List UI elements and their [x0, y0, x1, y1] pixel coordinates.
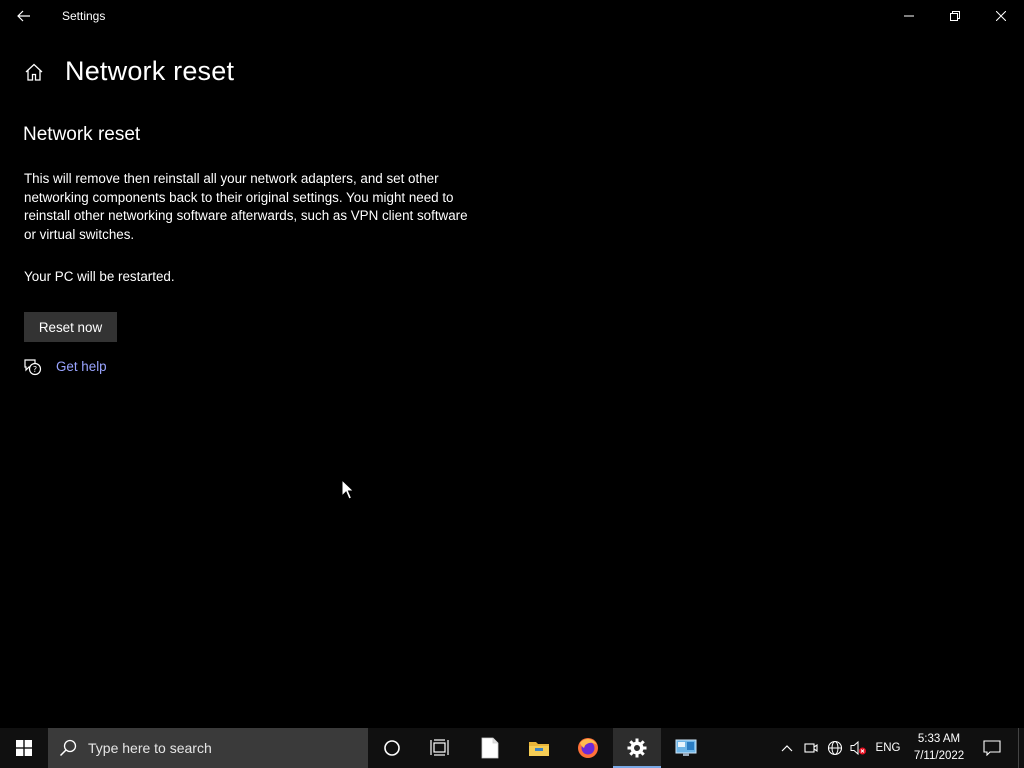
- cortana-icon: [384, 740, 400, 756]
- page-title: Network reset: [65, 56, 235, 86]
- close-icon: [996, 11, 1006, 21]
- settings-window: Settings Network reset Network reset Thi…: [0, 0, 1024, 728]
- minimize-button[interactable]: [886, 0, 932, 32]
- windows-logo-icon: [16, 740, 32, 756]
- notification-icon: [983, 740, 1001, 756]
- network-globe-icon: [827, 740, 843, 756]
- get-help-link[interactable]: Get help: [56, 359, 107, 374]
- clock[interactable]: 5:33 AM 7/11/2022: [906, 730, 972, 766]
- notepad-icon: [481, 737, 499, 759]
- restart-note: Your PC will be restarted.: [24, 269, 175, 284]
- get-help-icon[interactable]: ?: [22, 357, 42, 377]
- network-tray-button[interactable]: [824, 728, 846, 768]
- search-icon: [48, 728, 88, 768]
- back-arrow-icon[interactable]: [8, 2, 40, 30]
- taskbar-search-box[interactable]: Type here to search: [48, 728, 368, 768]
- task-view-icon: [430, 739, 449, 756]
- chevron-up-icon: [781, 745, 793, 752]
- meet-now-button[interactable]: [800, 728, 822, 768]
- section-title: Network reset: [23, 124, 141, 145]
- firefox-taskbar-button[interactable]: [564, 728, 612, 768]
- settings-taskbar-button[interactable]: [613, 728, 661, 768]
- file-explorer-icon: [529, 742, 549, 756]
- action-center-button[interactable]: [976, 728, 1008, 768]
- description-text: This will remove then reinstall all your…: [24, 171, 468, 242]
- firefox-icon: [578, 738, 598, 758]
- cortana-button[interactable]: [368, 728, 416, 768]
- show-desktop-button[interactable]: [1018, 728, 1024, 768]
- reset-now-button[interactable]: Reset now: [24, 312, 117, 342]
- settings-icon: [627, 738, 647, 758]
- taskbar: Type here to search ENG 5:33 AM 7/11/202…: [0, 728, 1024, 768]
- remote-desktop-icon: [675, 739, 697, 756]
- clock-date: 7/11/2022: [913, 750, 965, 762]
- mouse-cursor-icon: [341, 479, 355, 500]
- home-icon[interactable]: [22, 60, 46, 84]
- start-button[interactable]: [0, 728, 48, 768]
- volume-muted-icon: [850, 740, 866, 756]
- app-title: Settings: [62, 9, 106, 23]
- language-indicator[interactable]: ENG: [872, 728, 904, 768]
- svg-text:?: ?: [33, 365, 37, 374]
- file-explorer-taskbar-button[interactable]: [515, 728, 563, 768]
- remote-desktop-taskbar-button[interactable]: [662, 728, 710, 768]
- clock-time: 5:33 AM: [917, 733, 961, 745]
- title-bar[interactable]: Settings: [0, 0, 1024, 32]
- meet-now-icon: [804, 743, 818, 753]
- task-view-button[interactable]: [416, 728, 464, 768]
- search-placeholder: Type here to search: [88, 740, 212, 756]
- notepad-taskbar-button[interactable]: [466, 728, 514, 768]
- maximize-button[interactable]: [932, 0, 978, 32]
- volume-tray-button[interactable]: [847, 728, 869, 768]
- restore-icon: [950, 11, 960, 21]
- minimize-icon: [904, 15, 914, 17]
- close-button[interactable]: [978, 0, 1024, 32]
- show-hidden-icons-button[interactable]: [776, 728, 798, 768]
